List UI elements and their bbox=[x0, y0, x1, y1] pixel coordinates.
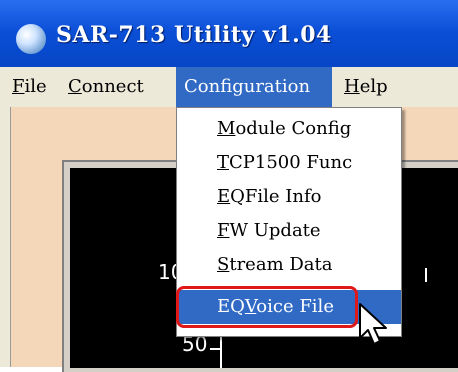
menu-file-label: ile bbox=[24, 76, 47, 97]
menu-help-mnemonic: H bbox=[344, 76, 360, 97]
highlight-annotation-ring bbox=[176, 286, 358, 328]
menu-item-mnemonic: F bbox=[217, 220, 230, 241]
menu-help[interactable]: Help bbox=[336, 67, 396, 107]
menu-item-mnemonic: M bbox=[217, 118, 236, 139]
menu-item-stream-data[interactable]: Stream Data bbox=[177, 248, 401, 282]
left-panel-border bbox=[0, 107, 11, 367]
menu-item-eqfile-info[interactable]: EQFile Info bbox=[177, 180, 401, 214]
y-axis-tick bbox=[210, 348, 220, 350]
menu-file[interactable]: File bbox=[4, 67, 55, 107]
menu-configuration[interactable]: Configuration bbox=[176, 67, 332, 107]
menu-help-label: elp bbox=[359, 76, 388, 97]
menu-item-mnemonic: T bbox=[217, 152, 230, 173]
menu-item-module-config[interactable]: Module Config bbox=[177, 112, 401, 146]
menu-bar: File Connect Configuration Help bbox=[0, 67, 458, 108]
menu-file-mnemonic: F bbox=[12, 76, 25, 97]
menu-item-label: odule Config bbox=[235, 118, 352, 139]
menu-item-fw-update[interactable]: FW Update bbox=[177, 214, 401, 248]
menu-item-mnemonic: E bbox=[217, 186, 231, 207]
menu-item-tcp1500-func[interactable]: TCP1500 Func bbox=[177, 146, 401, 180]
globe-icon bbox=[16, 24, 46, 54]
mouse-cursor-icon bbox=[359, 303, 387, 345]
menu-connect[interactable]: Connect bbox=[60, 67, 152, 107]
menu-item-label: CP1500 Func bbox=[229, 152, 353, 173]
grid-tick bbox=[425, 268, 427, 282]
menu-item-mnemonic: S bbox=[217, 254, 230, 275]
menu-item-label: tream Data bbox=[229, 254, 333, 275]
menu-configuration-label: Configuration bbox=[184, 76, 311, 97]
menu-item-label: W Update bbox=[229, 220, 321, 241]
window-title: SAR-713 Utility v1.04 bbox=[56, 22, 332, 48]
menu-connect-label: onnect bbox=[81, 76, 144, 97]
menu-connect-mnemonic: C bbox=[68, 76, 82, 97]
menu-item-label: QFile Info bbox=[230, 186, 322, 207]
